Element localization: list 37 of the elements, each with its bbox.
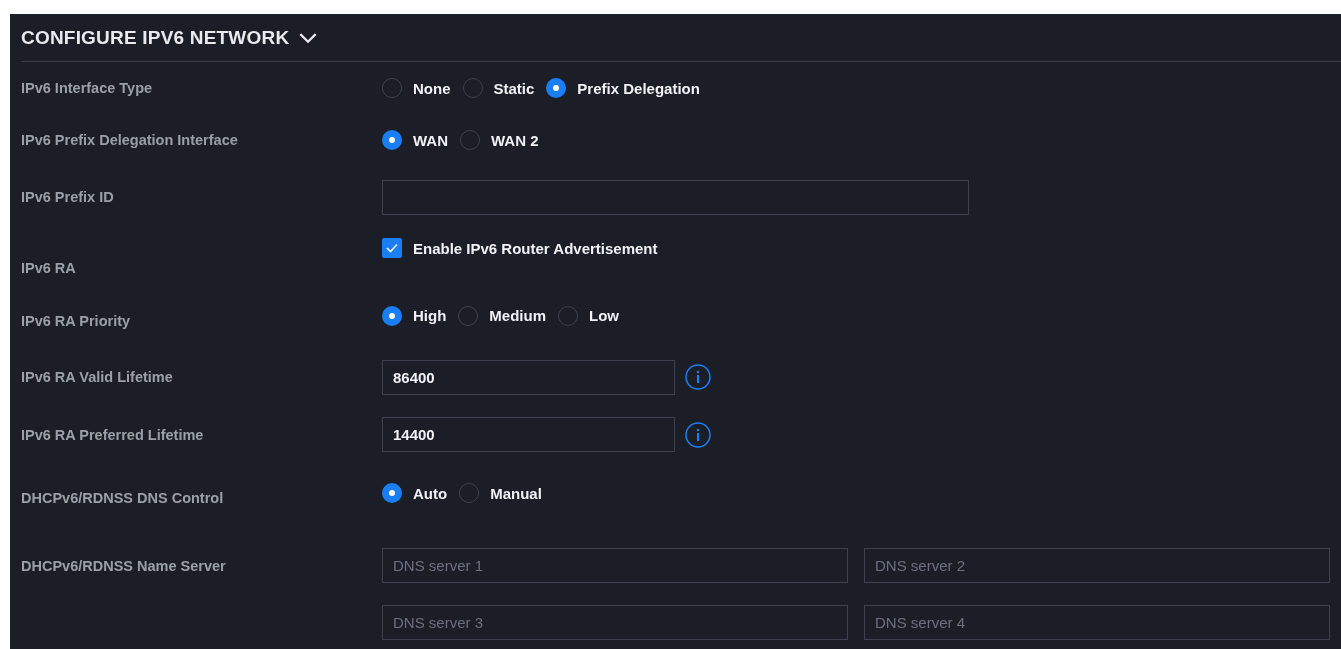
radio-label[interactable]: Medium bbox=[489, 307, 546, 324]
info-icon[interactable] bbox=[685, 421, 711, 448]
field-label: IPv6 Prefix ID bbox=[21, 189, 115, 205]
radio-button[interactable] bbox=[382, 483, 402, 503]
field-label: DHCPv6/RDNSS Name Server bbox=[21, 558, 227, 574]
radio-button[interactable] bbox=[382, 130, 402, 150]
checkbox-label[interactable]: Enable IPv6 Router Advertisement bbox=[413, 239, 658, 257]
section-title: CONFIGURE IPV6 NETWORK bbox=[21, 27, 290, 49]
radio-label[interactable]: WAN bbox=[413, 131, 448, 149]
field-label: IPv6 RA bbox=[21, 260, 77, 276]
input-field[interactable]: DNS server 2 bbox=[864, 548, 1330, 583]
radio-label[interactable]: Low bbox=[589, 307, 619, 324]
input-field[interactable]: 86400 bbox=[382, 359, 675, 395]
radio-label[interactable]: Prefix Delegation bbox=[577, 79, 700, 97]
field-label: IPv6 Prefix Delegation Interface bbox=[21, 132, 239, 148]
radio-label[interactable]: High bbox=[413, 307, 447, 324]
radio-label[interactable]: Auto bbox=[413, 484, 448, 502]
checkbox[interactable] bbox=[382, 238, 402, 258]
input-field[interactable]: DNS server 3 bbox=[382, 605, 848, 640]
field-label: IPv6 RA Preferred Lifetime bbox=[21, 426, 205, 443]
input-field[interactable]: 14400 bbox=[382, 417, 675, 452]
input-field[interactable]: DNS server 4 bbox=[864, 605, 1330, 640]
field-label: DHCPv6/RDNSS DNS Control bbox=[21, 490, 225, 506]
checkmark-icon bbox=[386, 243, 398, 253]
radio-label[interactable]: Manual bbox=[490, 484, 542, 502]
radio-label[interactable]: WAN 2 bbox=[491, 131, 539, 149]
input-field[interactable]: DNS server 1 bbox=[382, 548, 848, 583]
input-field[interactable] bbox=[382, 179, 969, 215]
radio-label[interactable]: Static bbox=[493, 79, 535, 97]
radio-label[interactable]: None bbox=[413, 79, 451, 97]
radio-button[interactable] bbox=[382, 305, 402, 326]
field-label: IPv6 Interface Type bbox=[21, 80, 154, 96]
info-icon[interactable] bbox=[685, 364, 711, 390]
field-label: IPv6 RA Priority bbox=[21, 312, 132, 329]
chevron-icon[interactable] bbox=[299, 32, 318, 44]
radio-button[interactable] bbox=[546, 78, 567, 98]
field-label: IPv6 RA Valid Lifetime bbox=[21, 369, 174, 385]
